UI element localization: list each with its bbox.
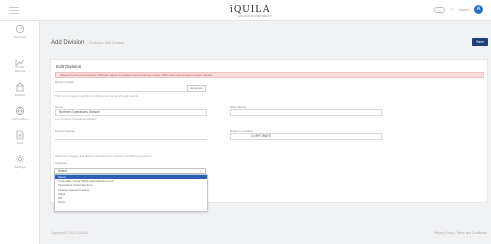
category-dropdown[interactable]: Select Corporate / Head Office Administr… xyxy=(54,174,208,212)
save-button[interactable]: Save xyxy=(472,38,488,46)
breadcrumb[interactable]: Divisions / Add Division xyxy=(89,41,124,45)
sidebar-item-reports[interactable]: Reports xyxy=(0,58,40,73)
division-code-label: Division Code xyxy=(55,80,74,84)
category-selected-value: Select xyxy=(58,169,67,173)
name-input[interactable]: Northern Operations Division xyxy=(55,109,207,116)
user-name[interactable]: Admin xyxy=(459,8,469,12)
division-form-card: Edit Division Please fix the errors belo… xyxy=(50,59,488,212)
dashboard-icon xyxy=(16,25,24,33)
division-code-hint: This code is used to identify the divisi… xyxy=(55,94,139,98)
generate-code-button[interactable]: Generate xyxy=(187,85,206,92)
settings-icon xyxy=(16,155,24,163)
short-name-input[interactable] xyxy=(230,109,382,116)
sidebar-item-overview[interactable]: Overview xyxy=(0,24,40,39)
sidebar-item-connections[interactable]: Connections xyxy=(0,106,40,121)
top-right-controls: ○ Admin A xyxy=(434,5,483,14)
globe-icon xyxy=(15,106,25,116)
sidebar-item-label: Overview xyxy=(13,35,27,39)
division-code-input[interactable] xyxy=(55,85,187,92)
chevron-down-icon: ⌄ xyxy=(198,169,202,173)
name-hint: e.g. Northern Operations Division xyxy=(55,117,97,121)
error-alert: Please fix the errors below. Division na… xyxy=(55,72,484,78)
building-icon xyxy=(16,82,24,92)
top-bar: iQUILA GRADED ENVIRONMENT ○ Admin A xyxy=(0,0,491,21)
page-title: Add Division xyxy=(51,40,85,46)
menu-icon[interactable] xyxy=(9,5,19,15)
sidebar-item-label: Connections xyxy=(11,117,29,121)
form-title: Edit Division xyxy=(56,64,82,69)
sidebar-item-label: Settings xyxy=(14,165,26,169)
sidebar-item-label: Reports xyxy=(14,69,26,73)
footer-links[interactable]: Privacy Policy | Terms and Conditions xyxy=(434,231,487,235)
main-content: Add Division Divisions / Add Division Sa… xyxy=(41,21,491,244)
sidebar-item-files[interactable]: Files xyxy=(0,130,40,145)
sidebar-item-entities[interactable]: Entities xyxy=(0,82,40,97)
footer-copyright: Copyright © 2023, iQUILA xyxy=(51,231,88,235)
sidebar-item-settings[interactable]: Settings xyxy=(0,154,40,169)
notification-icon[interactable]: ○ xyxy=(450,7,454,13)
theme-toggle[interactable] xyxy=(434,6,446,13)
category-label: Category xyxy=(55,161,68,165)
sidebar: Overview Reports Entities Connections Fi… xyxy=(0,21,40,244)
avatar[interactable]: A xyxy=(474,5,483,14)
app-logo[interactable]: iQUILA xyxy=(230,4,271,15)
app-logo-subtitle: GRADED ENVIRONMENT xyxy=(238,15,272,18)
document-icon xyxy=(16,130,24,140)
parent-division-input[interactable] xyxy=(55,133,207,140)
category-hint: Select the category this division belong… xyxy=(55,154,153,158)
sidebar-item-label: Entities xyxy=(15,93,25,97)
sidebar-item-label: Files xyxy=(16,141,24,145)
chart-icon xyxy=(15,59,24,68)
region-input[interactable]: CORPORATE xyxy=(230,133,382,140)
dropdown-option[interactable]: Other xyxy=(55,200,207,204)
